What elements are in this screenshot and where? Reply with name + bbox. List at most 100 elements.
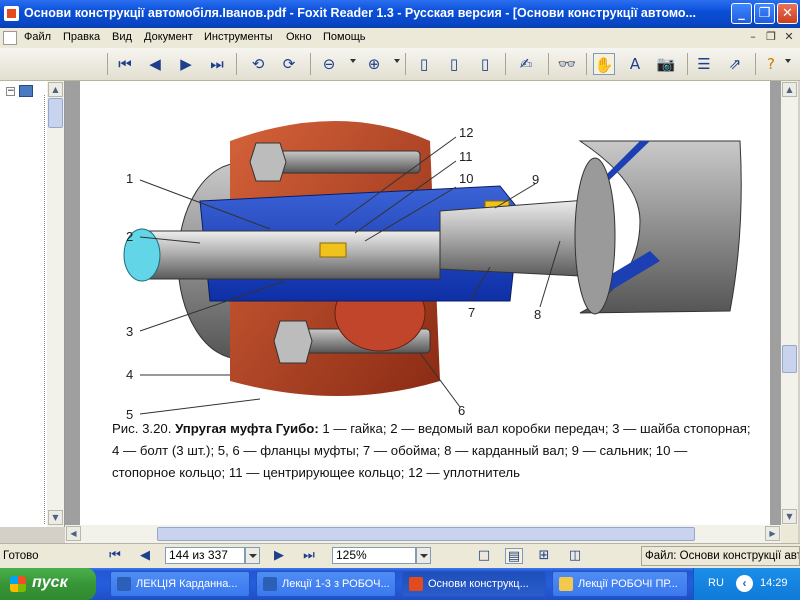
vertical-scroll-thumb[interactable] bbox=[782, 345, 797, 373]
system-tray: RU ‹ 14:29 bbox=[693, 568, 800, 600]
rotate-left-icon[interactable]: ⟲ bbox=[247, 53, 269, 75]
clock: 14:29 bbox=[760, 577, 788, 589]
close-button[interactable]: ✕ bbox=[777, 3, 798, 24]
continuous-facing-view-icon[interactable]: ◫ bbox=[566, 548, 584, 564]
scroll-left-button[interactable]: ◀ bbox=[66, 526, 81, 541]
taskbar-item-lectures-folder[interactable]: Лекції РОБОЧІ ПР... bbox=[552, 571, 688, 597]
toolbar-separator bbox=[505, 53, 506, 75]
panel-scroll-up-button[interactable]: ▲ bbox=[48, 82, 63, 97]
panel-scroll-thumb[interactable] bbox=[48, 98, 63, 128]
toolbar-separator bbox=[755, 53, 756, 75]
status-text: Готово bbox=[3, 550, 39, 562]
file-name-status: Файл: Основи конструкції авто bbox=[641, 546, 800, 566]
first-page-icon[interactable]: ⏮ bbox=[114, 53, 136, 75]
callout-label: 4 bbox=[126, 367, 134, 382]
zoom-level-input[interactable]: 125% bbox=[332, 547, 416, 564]
menu-edit[interactable]: Правка bbox=[63, 31, 100, 43]
language-indicator[interactable]: RU bbox=[708, 577, 724, 589]
signature-icon[interactable]: ✍ bbox=[515, 53, 537, 75]
toolbar: ⏮ ◀ ▶ ⏭ ⟲ ⟳ ⊖ ⊕ ▯ ▯ ▯ ✍ 👓 ✋ A 📷 ☰ ⇗ ? bbox=[0, 48, 800, 81]
taskbar-item-label: Лекції 1-3 з РОБОЧ... bbox=[282, 578, 390, 590]
toolbar-separator bbox=[548, 53, 549, 75]
taskbar-item-lectures-1-3[interactable]: Лекції 1-3 з РОБОЧ... bbox=[256, 571, 396, 597]
actual-size-icon[interactable]: ▯ bbox=[413, 53, 435, 75]
coupling-illustration bbox=[123, 121, 742, 415]
single-page-view-icon[interactable]: □ bbox=[475, 548, 493, 564]
word-icon bbox=[117, 577, 131, 591]
horizontal-scrollbar[interactable]: ◀ ▶ bbox=[65, 525, 781, 543]
first-page-nav-icon[interactable]: ⏮ bbox=[106, 548, 124, 564]
start-button[interactable]: пуск bbox=[0, 568, 96, 600]
help-dropdown-icon[interactable] bbox=[785, 59, 791, 63]
menu-help[interactable]: Помощь bbox=[323, 31, 366, 43]
callout-label: 8 bbox=[534, 307, 542, 322]
doc-restore-button[interactable]: ❐ bbox=[763, 30, 779, 44]
doc-close-button[interactable]: ✕ bbox=[781, 30, 797, 44]
taskbar-item-foxit-document[interactable]: Основи конструкц... bbox=[402, 571, 546, 597]
callout-label: 10 bbox=[459, 171, 474, 186]
facing-view-icon[interactable]: ⊞ bbox=[535, 548, 553, 564]
scroll-up-button[interactable]: ▲ bbox=[782, 82, 797, 97]
next-page-nav-icon[interactable]: ▶ bbox=[270, 548, 288, 564]
taskbar: пуск ЛЕКЦІЯ Карданна... Лекції 1-3 з РОБ… bbox=[0, 568, 800, 600]
fit-width-icon[interactable]: ▯ bbox=[474, 53, 496, 75]
panel-scroll-down-button[interactable]: ▼ bbox=[48, 510, 63, 525]
find-binoculars-icon[interactable]: 👓 bbox=[556, 53, 578, 75]
last-page-icon[interactable]: ⏭ bbox=[206, 53, 228, 75]
callout-label: 2 bbox=[126, 229, 134, 244]
collapse-toggle[interactable]: − bbox=[6, 87, 15, 96]
continuous-view-icon[interactable]: ▤ bbox=[505, 548, 523, 564]
bookmarks-panel-icon[interactable]: ☰ bbox=[693, 53, 715, 75]
help-icon[interactable]: ? bbox=[760, 53, 782, 75]
zoom-in-icon[interactable]: ⊕ bbox=[363, 53, 385, 75]
document-icon[interactable] bbox=[3, 31, 17, 45]
zoom-out-icon[interactable]: ⊖ bbox=[318, 53, 340, 75]
menu-tools[interactable]: Инструменты bbox=[204, 31, 273, 43]
prev-page-icon[interactable]: ◀ bbox=[144, 53, 166, 75]
caption-prefix: Рис. 3.20. bbox=[112, 421, 176, 436]
menu-document[interactable]: Документ bbox=[144, 31, 193, 43]
toolbar-separator bbox=[405, 53, 406, 75]
menu-view[interactable]: Вид bbox=[112, 31, 132, 43]
zoom-out-dropdown-icon[interactable] bbox=[350, 59, 356, 63]
maximize-button[interactable]: ❐ bbox=[754, 3, 775, 24]
toolbar-separator bbox=[310, 53, 311, 75]
rotate-right-icon[interactable]: ⟳ bbox=[278, 53, 300, 75]
callout-label: 12 bbox=[459, 125, 474, 140]
prev-page-nav-icon[interactable]: ◀ bbox=[136, 548, 154, 564]
callout-label: 11 bbox=[459, 149, 473, 164]
toolbar-separator bbox=[236, 53, 237, 75]
vertical-scrollbar[interactable]: ▲ ▼ bbox=[781, 81, 798, 525]
taskbar-item-lecture-cardan[interactable]: ЛЕКЦІЯ Карданна... bbox=[110, 571, 250, 597]
foxit-app-icon[interactable] bbox=[4, 6, 19, 21]
callout-label: 3 bbox=[126, 324, 134, 339]
menu-bar: Файл Правка Вид Документ Инструменты Окн… bbox=[0, 28, 800, 49]
title-bar[interactable]: Основи конструкції автомобіля.Іванов.pdf… bbox=[0, 0, 800, 28]
callout-label: 1 bbox=[126, 171, 134, 186]
taskbar-item-label: Лекції РОБОЧІ ПР... bbox=[578, 578, 678, 590]
scroll-down-button[interactable]: ▼ bbox=[782, 509, 797, 524]
zoom-dropdown-button[interactable] bbox=[416, 547, 431, 564]
horizontal-scroll-thumb[interactable] bbox=[157, 527, 695, 541]
taskbar-item-label: ЛЕКЦІЯ Карданна... bbox=[136, 578, 238, 590]
page-number-input[interactable]: 144 из 337 bbox=[165, 547, 245, 564]
menu-file[interactable]: Файл bbox=[24, 31, 51, 43]
minimize-button[interactable]: _ bbox=[731, 3, 752, 24]
hand-tool-icon[interactable]: ✋ bbox=[593, 53, 615, 75]
callout-label: 7 bbox=[468, 305, 476, 320]
doc-minimize-button[interactable]: – bbox=[745, 30, 761, 44]
text-select-icon[interactable]: A bbox=[624, 53, 646, 75]
page-dropdown-button[interactable] bbox=[245, 547, 260, 564]
panel-scrollbar[interactable]: ▲ ▼ bbox=[47, 81, 64, 527]
export-icon[interactable]: ⇗ bbox=[724, 53, 746, 75]
chevron-left-icon[interactable]: ‹ bbox=[736, 575, 753, 592]
last-page-nav-icon[interactable]: ⏭ bbox=[300, 548, 318, 564]
snapshot-camera-icon[interactable]: 📷 bbox=[655, 53, 677, 75]
scroll-right-button[interactable]: ▶ bbox=[765, 526, 780, 541]
toolbar-separator bbox=[687, 53, 688, 75]
scroll-corner bbox=[781, 525, 798, 543]
fit-page-icon[interactable]: ▯ bbox=[443, 53, 465, 75]
menu-window[interactable]: Окно bbox=[286, 31, 312, 43]
zoom-in-dropdown-icon[interactable] bbox=[394, 59, 400, 63]
next-page-icon[interactable]: ▶ bbox=[175, 53, 197, 75]
